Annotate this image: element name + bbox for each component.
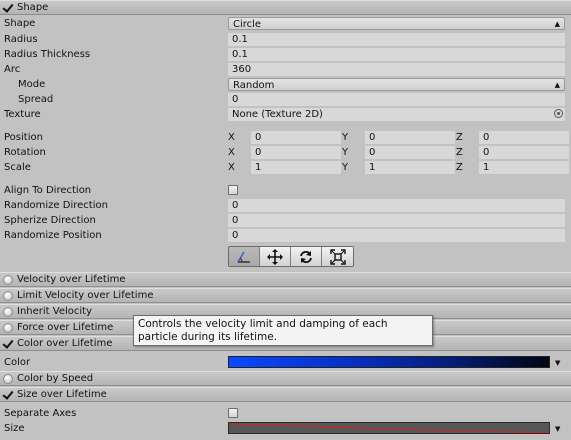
dropdown-arrow-icon: ▲ — [554, 81, 560, 89]
rotation-x-field[interactable]: 0 — [251, 146, 341, 159]
size-label: Size — [4, 423, 25, 434]
module-toggle-on[interactable] — [3, 339, 13, 349]
position-x-label: X — [228, 132, 235, 143]
mode-dropdown[interactable]: Random ▲ — [228, 78, 565, 91]
dropdown-arrow-icon[interactable]: ▼ — [555, 359, 560, 367]
shape-tool-bar — [228, 246, 354, 267]
edit-shape-icon — [237, 251, 250, 263]
module-toggle-off[interactable] — [3, 290, 13, 301]
texture-value: None (Texture 2D) — [232, 109, 323, 120]
velocity-over-lifetime-header[interactable]: Velocity over Lifetime — [0, 272, 571, 287]
radius-thickness-field[interactable]: 0.1 — [228, 48, 565, 61]
module-title: Force over Lifetime — [17, 322, 114, 333]
rotate-icon — [300, 250, 312, 263]
radius-field[interactable]: 0.1 — [228, 33, 565, 46]
module-toggle-off[interactable] — [3, 373, 13, 384]
align-to-direction-label: Align To Direction — [4, 185, 92, 196]
spread-label: Spread — [18, 94, 54, 105]
limit-velocity-over-lifetime-header[interactable]: Limit Velocity over Lifetime — [0, 288, 571, 303]
texture-label: Texture — [4, 109, 41, 120]
color-label: Color — [4, 357, 31, 368]
spherize-direction-field[interactable]: 0 — [228, 214, 565, 227]
scale-y-field[interactable]: 1 — [365, 161, 455, 174]
size-curve-field[interactable] — [228, 422, 550, 434]
size-over-lifetime-header[interactable]: Size over Lifetime — [0, 387, 571, 402]
edit-shape-button[interactable] — [229, 247, 260, 266]
scale-z-label: Z — [456, 162, 463, 173]
randomize-direction-label: Randomize Direction — [4, 200, 108, 211]
position-x-field[interactable]: 0 — [251, 131, 341, 144]
rotation-y-field[interactable]: 0 — [365, 146, 455, 159]
rotate-tool-button[interactable] — [291, 247, 322, 266]
position-label: Position — [4, 132, 43, 143]
scale-label: Scale — [4, 162, 31, 173]
scale-x-label: X — [228, 162, 235, 173]
size-curve — [229, 423, 549, 433]
shape-dropdown[interactable]: Circle ▲ — [228, 17, 565, 30]
position-z-label: Z — [456, 132, 463, 143]
arc-label: Arc — [4, 64, 21, 75]
module-toggle-off[interactable] — [3, 322, 13, 333]
scale-y-label: Y — [342, 162, 349, 173]
dropdown-arrow-icon: ▲ — [554, 20, 560, 28]
randomize-direction-field[interactable]: 0 — [228, 199, 565, 212]
module-title: Color by Speed — [17, 373, 94, 384]
separate-axes-label: Separate Axes — [4, 408, 77, 419]
rotation-x-label: X — [228, 147, 235, 158]
randomize-position-field[interactable]: 0 — [228, 229, 565, 242]
module-toggle-off[interactable] — [3, 306, 13, 317]
rotation-z-field[interactable]: 0 — [479, 146, 569, 159]
scale-icon — [329, 248, 346, 265]
module-title: Inherit Velocity — [17, 306, 92, 317]
object-picker-icon[interactable] — [554, 109, 563, 118]
scale-tool-button[interactable] — [322, 247, 353, 266]
radius-label: Radius — [4, 34, 38, 45]
rotation-label: Rotation — [4, 147, 46, 158]
move-tool-button[interactable] — [260, 247, 291, 266]
scale-z-field[interactable]: 1 — [479, 161, 569, 174]
shape-module-header[interactable]: Shape — [0, 0, 571, 15]
module-title: Size over Lifetime — [17, 389, 107, 400]
shape-label: Shape — [4, 18, 36, 29]
module-toggle-off[interactable] — [3, 274, 13, 285]
spread-field[interactable]: 0 — [228, 93, 565, 106]
tooltip: Controls the velocity limit and damping … — [133, 315, 433, 346]
scale-x-field[interactable]: 1 — [251, 161, 341, 174]
mode-value: Random — [233, 80, 275, 91]
mode-label: Mode — [18, 79, 46, 90]
shape-module-toggle[interactable] — [3, 3, 13, 13]
radius-thickness-label: Radius Thickness — [4, 49, 91, 60]
shape-module-title: Shape — [17, 2, 49, 13]
align-to-direction-checkbox[interactable] — [228, 185, 238, 195]
position-z-field[interactable]: 0 — [479, 131, 569, 144]
dropdown-arrow-icon[interactable]: ▼ — [555, 425, 560, 433]
rotation-y-label: Y — [342, 147, 349, 158]
module-title: Velocity over Lifetime — [17, 274, 126, 285]
position-y-field[interactable]: 0 — [365, 131, 455, 144]
move-icon — [267, 248, 283, 265]
arc-field[interactable]: 360 — [228, 63, 565, 76]
separate-axes-checkbox[interactable] — [228, 408, 238, 418]
color-by-speed-header[interactable]: Color by Speed — [0, 371, 571, 386]
rotation-z-label: Z — [456, 147, 463, 158]
module-toggle-on[interactable] — [3, 390, 13, 400]
shape-value: Circle — [233, 19, 262, 30]
texture-field[interactable]: None (Texture 2D) — [228, 108, 565, 121]
module-title: Limit Velocity over Lifetime — [17, 290, 154, 301]
module-title: Color over Lifetime — [17, 338, 113, 349]
randomize-position-label: Randomize Position — [4, 230, 102, 241]
spherize-direction-label: Spherize Direction — [4, 215, 96, 226]
position-y-label: Y — [342, 132, 349, 143]
color-gradient-field[interactable] — [228, 356, 550, 368]
